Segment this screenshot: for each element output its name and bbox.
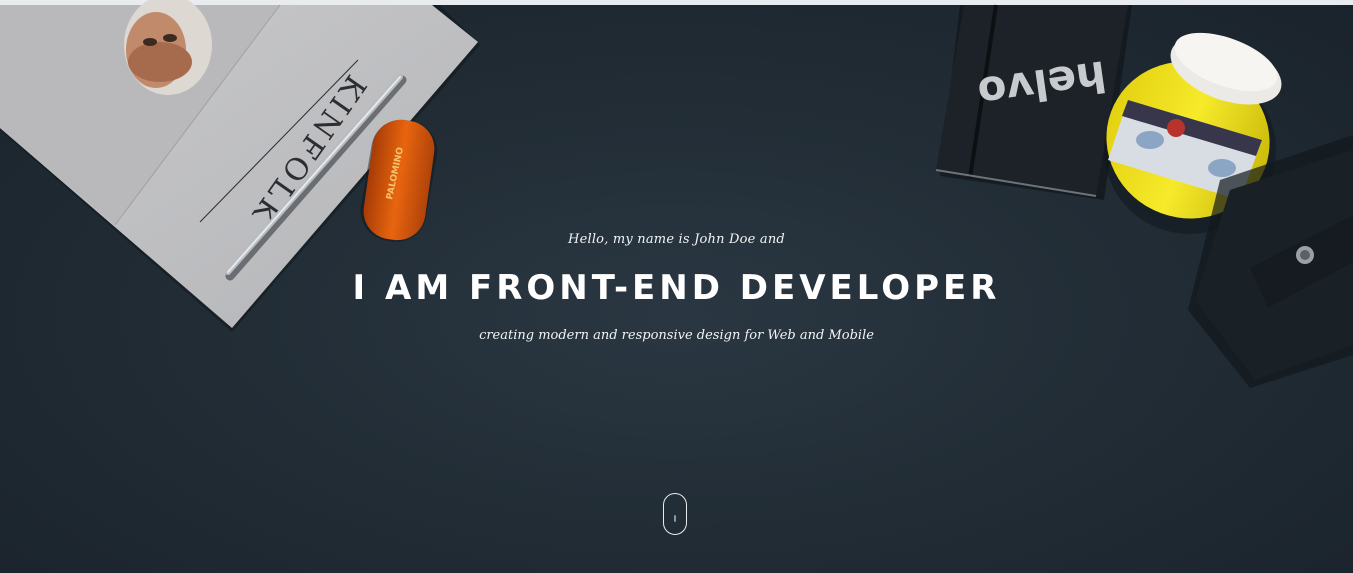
hero-headline: I AM FRONT-END DEVELOPER [352,268,1001,308]
intro-line: Hello, my name is John Doe and [568,232,785,247]
hero-subline: creating modern and responsive design fo… [479,328,874,343]
scroll-wheel [674,515,676,522]
notebook: helvo [935,4,1132,200]
mouse-scroll-icon[interactable] [663,493,687,535]
hero-section: KINFOLK PALOMINO helvo Hello, my name is… [0,0,1353,573]
